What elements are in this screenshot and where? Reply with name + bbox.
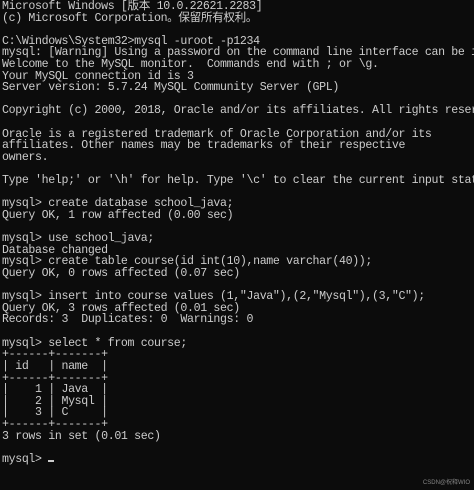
console-line: owners. xyxy=(2,150,49,164)
terminal-window[interactable]: Microsoft Windows [版本 10.0.22621.2283] (c… xyxy=(0,0,474,490)
console-line: +------+-------+ xyxy=(2,417,108,431)
console-line: | id | name | xyxy=(2,359,108,373)
console-line: Type 'help;' or '\h' for help. Type '\c'… xyxy=(2,174,474,188)
console-line: | 1 | Java | xyxy=(2,383,108,397)
prompt-line: mysql> xyxy=(2,454,470,466)
console-line: Welcome to the MySQL monitor. Commands e… xyxy=(2,58,379,72)
console-line: affiliates. Other names may be trademark… xyxy=(2,139,406,153)
console-line: (c) Microsoft Corporation。保留所有权利。 xyxy=(2,11,258,25)
console-line: 3 rows in set (0.01 sec) xyxy=(2,429,161,443)
console-line: Records: 3 Duplicates: 0 Warnings: 0 xyxy=(2,313,254,327)
console-line: Copyright (c) 2000, 2018, Oracle and/or … xyxy=(2,104,474,118)
console-line: Server version: 5.7.24 MySQL Community S… xyxy=(2,81,339,95)
console-line: Microsoft Windows [版本 10.0.22621.2283] xyxy=(2,0,263,13)
watermark: CSDN@祝释WIO xyxy=(422,480,470,486)
text-cursor xyxy=(48,459,55,462)
console-output[interactable]: Microsoft Windows [版本 10.0.22621.2283] (c… xyxy=(2,0,474,466)
console-line: Query OK, 1 row affected (0.00 sec) xyxy=(2,208,234,222)
console-line: Query OK, 0 rows affected (0.07 sec) xyxy=(2,267,240,281)
